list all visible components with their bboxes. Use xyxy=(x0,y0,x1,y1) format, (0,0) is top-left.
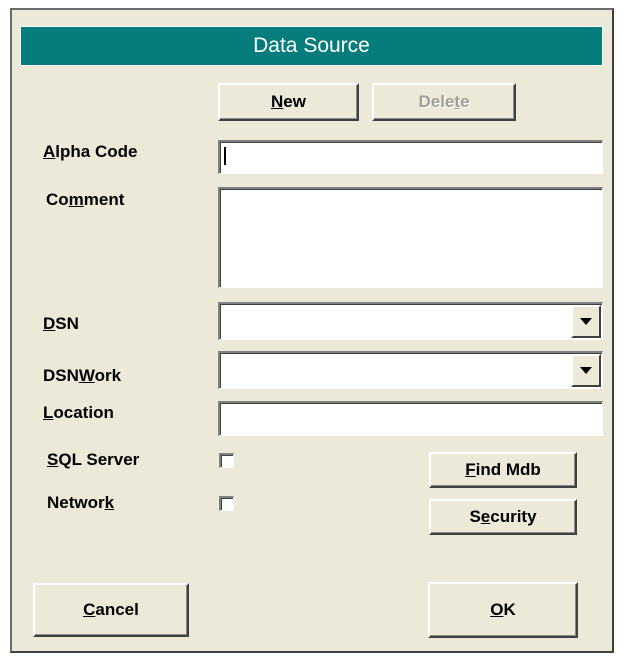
delete-button[interactable]: Delete xyxy=(372,83,516,121)
delete-button-label: Delete xyxy=(418,92,470,111)
sql-server-label: SQL Server xyxy=(47,450,140,469)
security-button[interactable]: Security xyxy=(429,499,577,535)
comment-textarea[interactable] xyxy=(218,187,603,288)
dsnwork-label: DSNWork xyxy=(43,366,122,385)
cancel-button[interactable]: Cancel xyxy=(33,583,189,637)
find-mdb-button-label: Find Mdb xyxy=(465,460,541,479)
new-button-label: New xyxy=(271,92,306,111)
network-checkbox[interactable] xyxy=(219,496,234,511)
location-label: Location xyxy=(43,403,114,422)
dsn-label: DSN xyxy=(43,314,79,333)
dialog-title: Data Source xyxy=(20,26,603,66)
find-mdb-button[interactable]: Find Mdb xyxy=(429,452,577,488)
new-button[interactable]: New xyxy=(218,83,359,121)
ok-button-label: OK xyxy=(490,600,516,619)
dsnwork-select[interactable] xyxy=(218,351,603,389)
chevron-down-icon xyxy=(580,318,592,325)
dsn-select[interactable] xyxy=(218,302,603,340)
comment-label: Comment xyxy=(46,190,125,209)
text-caret xyxy=(224,147,226,165)
alpha-code-input[interactable] xyxy=(218,140,603,174)
cancel-button-label: Cancel xyxy=(83,600,139,619)
network-label: Network xyxy=(47,493,115,512)
alpha-code-label: Alpha Code xyxy=(43,142,138,161)
ok-button[interactable]: OK xyxy=(428,582,578,638)
chevron-down-icon xyxy=(580,367,592,374)
security-button-label: Security xyxy=(469,507,537,526)
location-input[interactable] xyxy=(218,401,603,436)
sql-server-checkbox[interactable] xyxy=(219,453,234,468)
dsn-dropdown-button[interactable] xyxy=(571,305,601,338)
dsnwork-dropdown-button[interactable] xyxy=(571,354,601,387)
